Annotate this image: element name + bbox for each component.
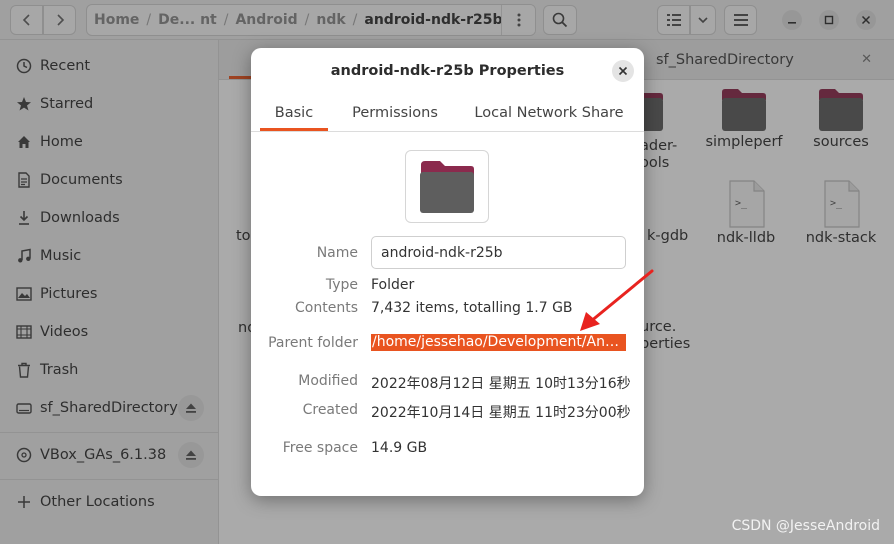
type-value: Folder: [371, 277, 415, 293]
properties-dialog: android-ndk-r25b Properties Basic Permis…: [251, 48, 644, 496]
modified-value: 2022年08月12日 星期五 10时13分16秒: [371, 376, 631, 392]
parent-folder-label: Parent folder: [268, 335, 358, 351]
folder-icon: [420, 160, 474, 213]
free-space-label: Free space: [282, 440, 358, 456]
close-icon: [618, 66, 628, 76]
tab-basic[interactable]: Basic: [260, 94, 328, 132]
modified-label: Modified: [298, 373, 358, 389]
created-label: Created: [302, 402, 358, 418]
tab-permissions[interactable]: Permissions: [345, 94, 445, 132]
contents-label: Contents: [295, 300, 358, 316]
parent-folder-value[interactable]: /home/jessehao/Development/And…: [371, 334, 626, 351]
dialog-title: android-ndk-r25b Properties: [330, 63, 565, 79]
watermark: CSDN @JesseAndroid: [731, 518, 880, 534]
free-space-value: 14.9 GB: [371, 440, 428, 456]
contents-value: 7,432 items, totalling 1.7 GB: [371, 300, 573, 316]
folder-icon-button[interactable]: [405, 150, 489, 223]
tab-local-network-share[interactable]: Local Network Share: [474, 94, 623, 132]
name-label: Name: [316, 245, 358, 261]
dialog-tabs: Basic Permissions Local Network Share: [251, 94, 644, 132]
name-input[interactable]: android-ndk-r25b: [371, 236, 626, 269]
dialog-close-button[interactable]: [612, 60, 634, 82]
type-label: Type: [325, 277, 358, 293]
created-value: 2022年10月14日 星期五 11时23分00秒: [371, 405, 631, 421]
